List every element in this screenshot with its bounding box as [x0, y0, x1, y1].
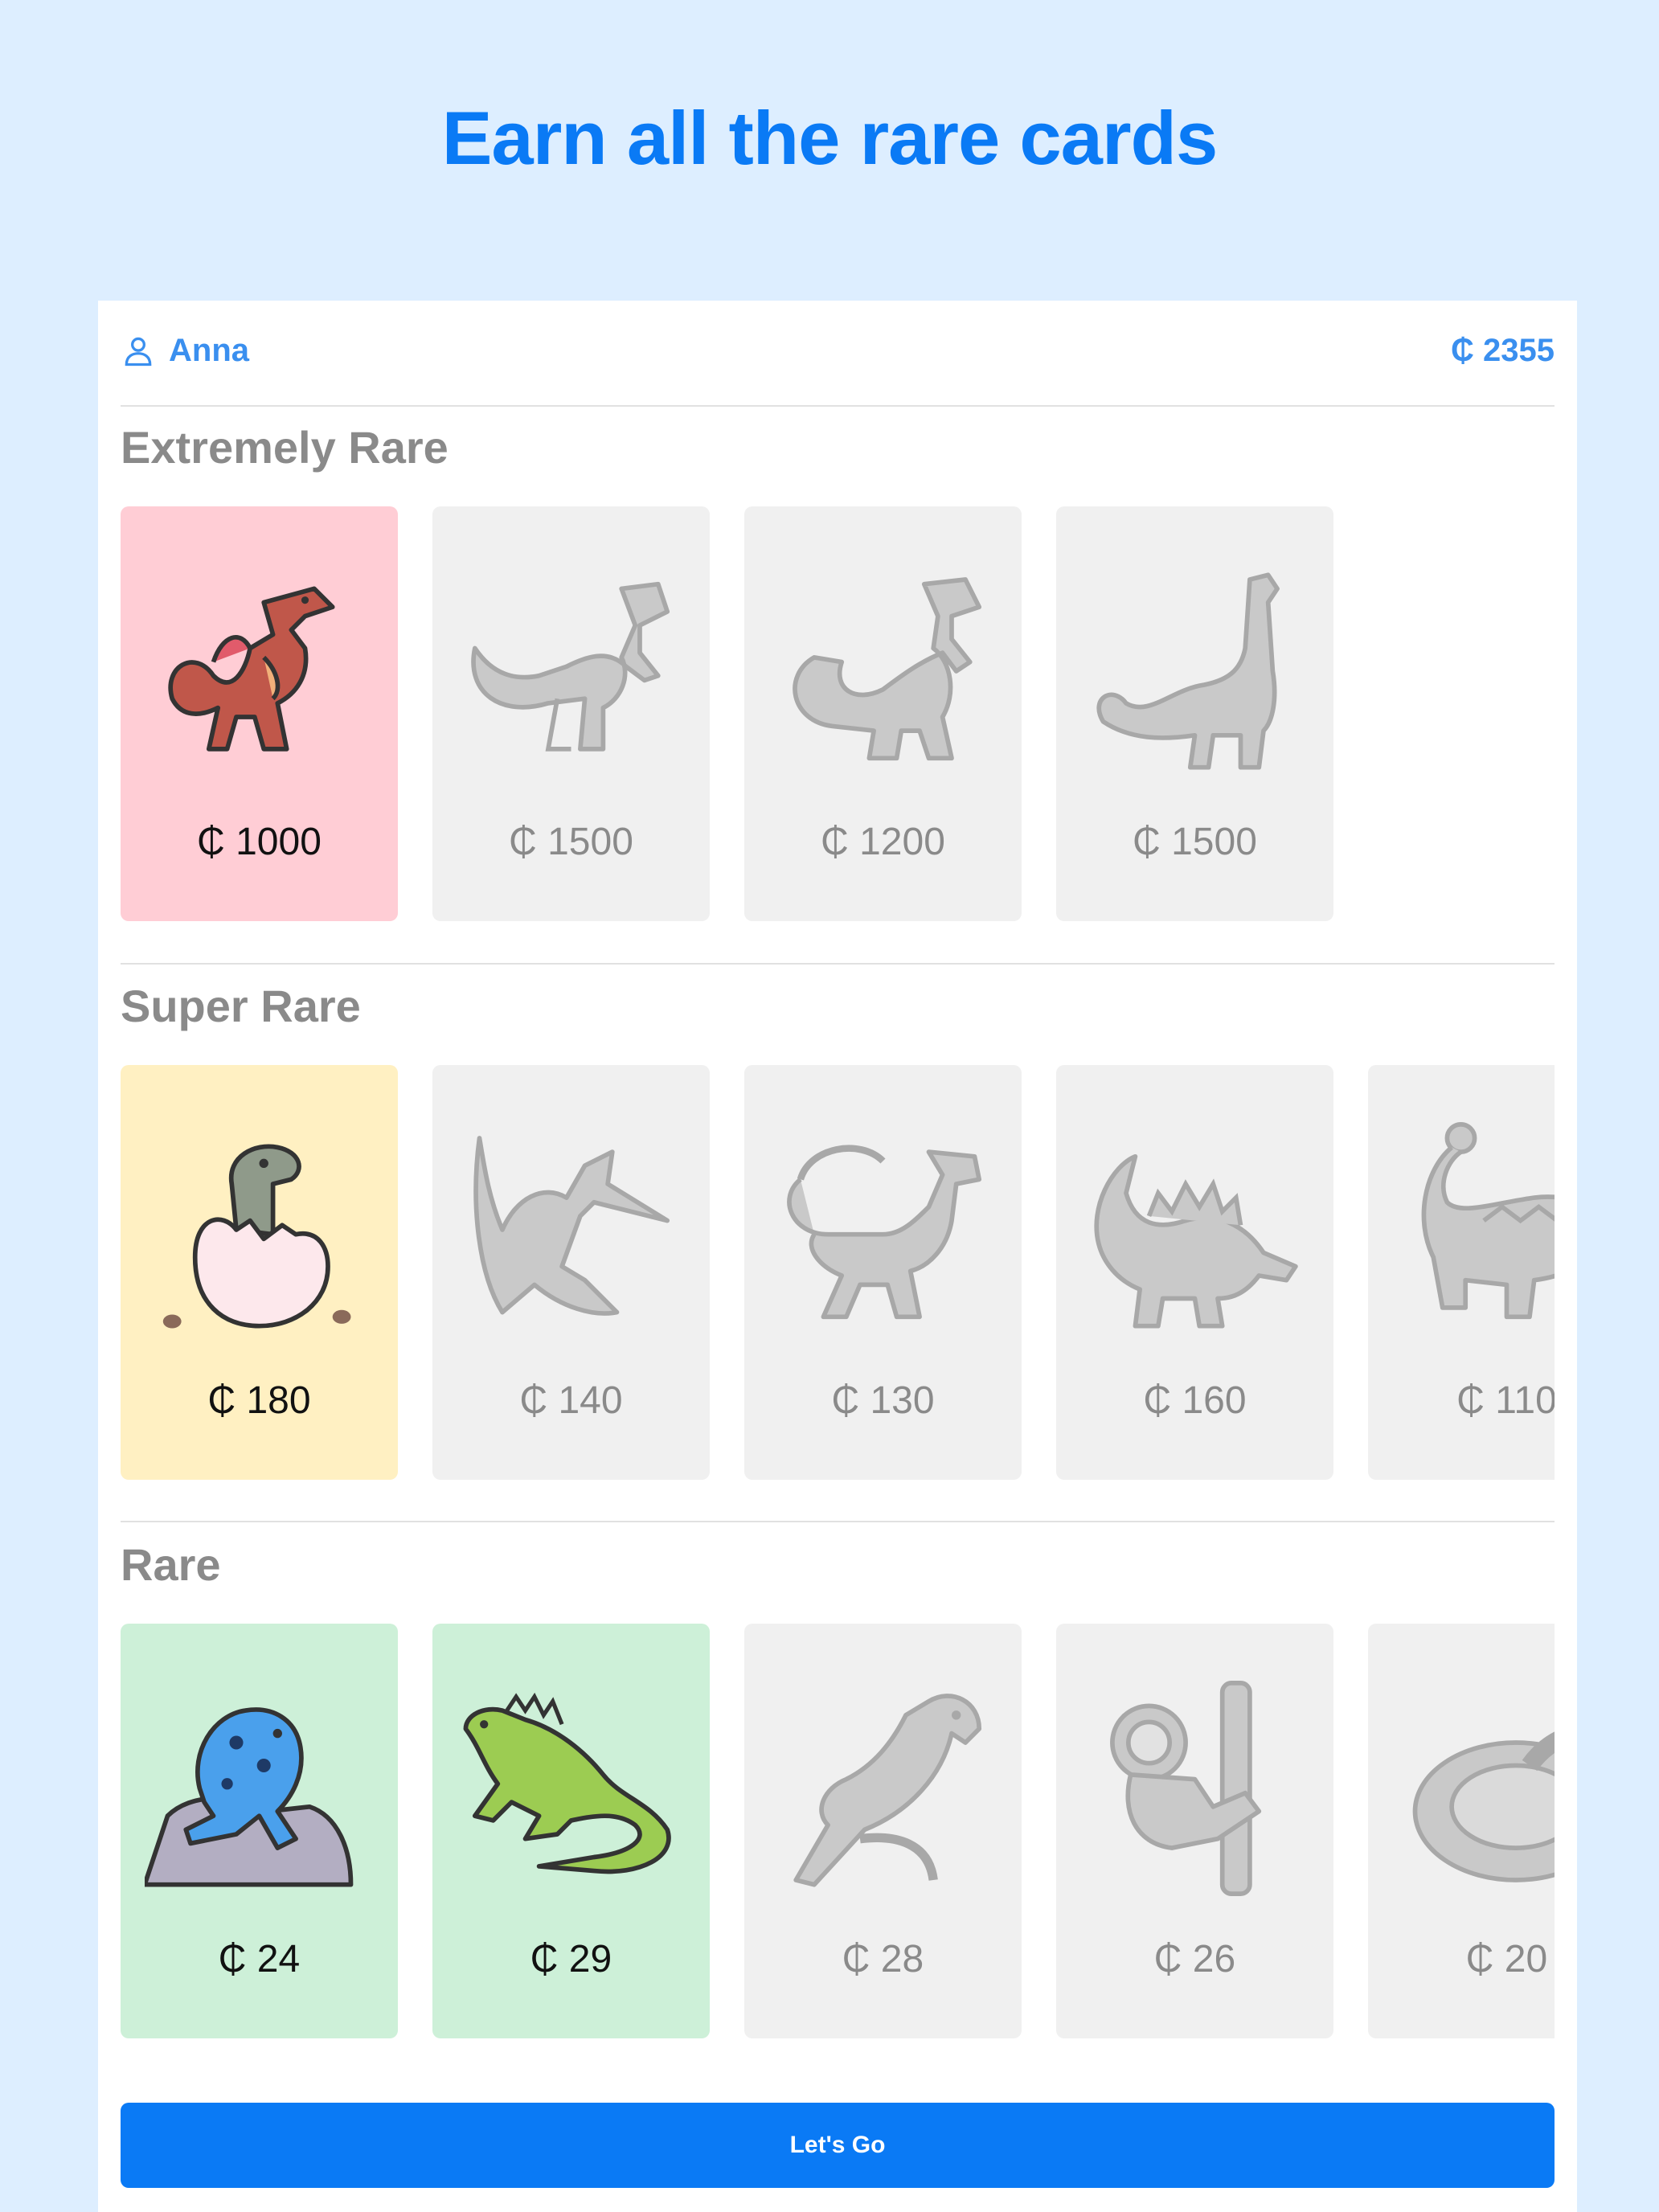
card-sloth[interactable]: ₵ 26 — [1056, 1624, 1333, 2038]
card-price: ₵ 180 — [207, 1379, 311, 1422]
card-brachiosaurus[interactable]: ₵ 1500 — [1056, 506, 1333, 921]
lets-go-button[interactable]: Let's Go — [121, 2103, 1555, 2188]
card-price: ₵ 26 — [1153, 1938, 1236, 1981]
card-pteranodon[interactable]: ₵ 140 — [432, 1065, 710, 1480]
card-price: ₵ 28 — [842, 1938, 924, 1981]
poison-dart-frog-icon — [145, 1707, 354, 1887]
t-rex-icon — [793, 577, 982, 761]
card-price: ₵ 1000 — [197, 821, 322, 863]
card-t-rex[interactable]: ₵ 1200 — [744, 506, 1022, 921]
card-parrot[interactable]: ₵ 28 — [744, 1624, 1022, 2038]
card-price: ₵ 130 — [831, 1379, 935, 1422]
user-profile[interactable]: Anna — [121, 333, 249, 369]
card-snake[interactable]: ₵ 20 — [1368, 1624, 1555, 2038]
card-row: ₵ 24 ₵ 29 ₵ 28 ₵ 26 ₵ 20 — [121, 1624, 1555, 2042]
stegosaurus-icon — [1094, 1153, 1298, 1329]
parrot-icon — [793, 1694, 982, 1887]
card-price: ₵ 29 — [530, 1938, 612, 1981]
top-bar: Anna ₵ 2355 — [121, 301, 1555, 407]
card-hatching-dinosaur[interactable]: ₵ 180 — [121, 1065, 398, 1480]
card-price: ₵ 1500 — [1133, 821, 1257, 863]
card-price: ₵ 140 — [519, 1379, 623, 1422]
user-icon — [125, 337, 152, 366]
snake-icon — [1412, 1731, 1555, 1882]
iguana-icon — [463, 1692, 671, 1874]
card-iguana[interactable]: ₵ 29 — [432, 1624, 710, 2038]
card-feathered-dinosaur[interactable]: ₵ 130 — [744, 1065, 1022, 1480]
card-row: ₵ 180 ₵ 140 ₵ 130 ₵ 160 ₵ 110 — [121, 1065, 1555, 1483]
card-ankylosaurus[interactable]: ₵ 110 — [1368, 1065, 1555, 1480]
feathered-dinosaur-icon — [787, 1145, 982, 1320]
hatching-dinosaur-icon — [162, 1144, 351, 1329]
section-title: Extremely Rare — [121, 422, 449, 473]
sloth-icon — [1110, 1681, 1262, 1896]
card-price: ₵ 24 — [218, 1938, 301, 1981]
card-price: ₵ 20 — [1465, 1938, 1548, 1981]
section-title: Rare — [121, 1539, 221, 1590]
coin-balance: ₵ 2355 — [1451, 333, 1555, 368]
user-name: Anna — [169, 333, 249, 368]
card-price: ₵ 1200 — [821, 821, 945, 863]
card-collection-panel: Anna ₵ 2355 Extremely Rare ₵ 1000 ₵ 1500… — [98, 301, 1577, 2212]
section-divider — [121, 1521, 1555, 1522]
card-allosaurus[interactable]: ₵ 1500 — [432, 506, 710, 921]
card-stegosaurus[interactable]: ₵ 160 — [1056, 1065, 1333, 1480]
card-price: ₵ 1500 — [509, 821, 633, 863]
page-headline: Earn all the rare cards — [441, 96, 1219, 180]
ankylosaurus-icon — [1421, 1122, 1555, 1320]
card-row: ₵ 1000 ₵ 1500 ₵ 1200 ₵ 1500 — [121, 506, 1555, 924]
card-poison-dart-frog[interactable]: ₵ 24 — [121, 1624, 398, 2038]
section-title: Super Rare — [121, 981, 361, 1031]
spinosaurus-icon — [168, 586, 335, 752]
allosaurus-icon — [471, 581, 670, 752]
section-divider — [121, 963, 1555, 965]
card-price: ₵ 160 — [1143, 1379, 1247, 1422]
card-spinosaurus[interactable]: ₵ 1000 — [121, 506, 398, 921]
pteranodon-icon — [473, 1136, 670, 1316]
card-price: ₵ 110 — [1456, 1379, 1555, 1422]
brachiosaurus-icon — [1096, 572, 1280, 770]
